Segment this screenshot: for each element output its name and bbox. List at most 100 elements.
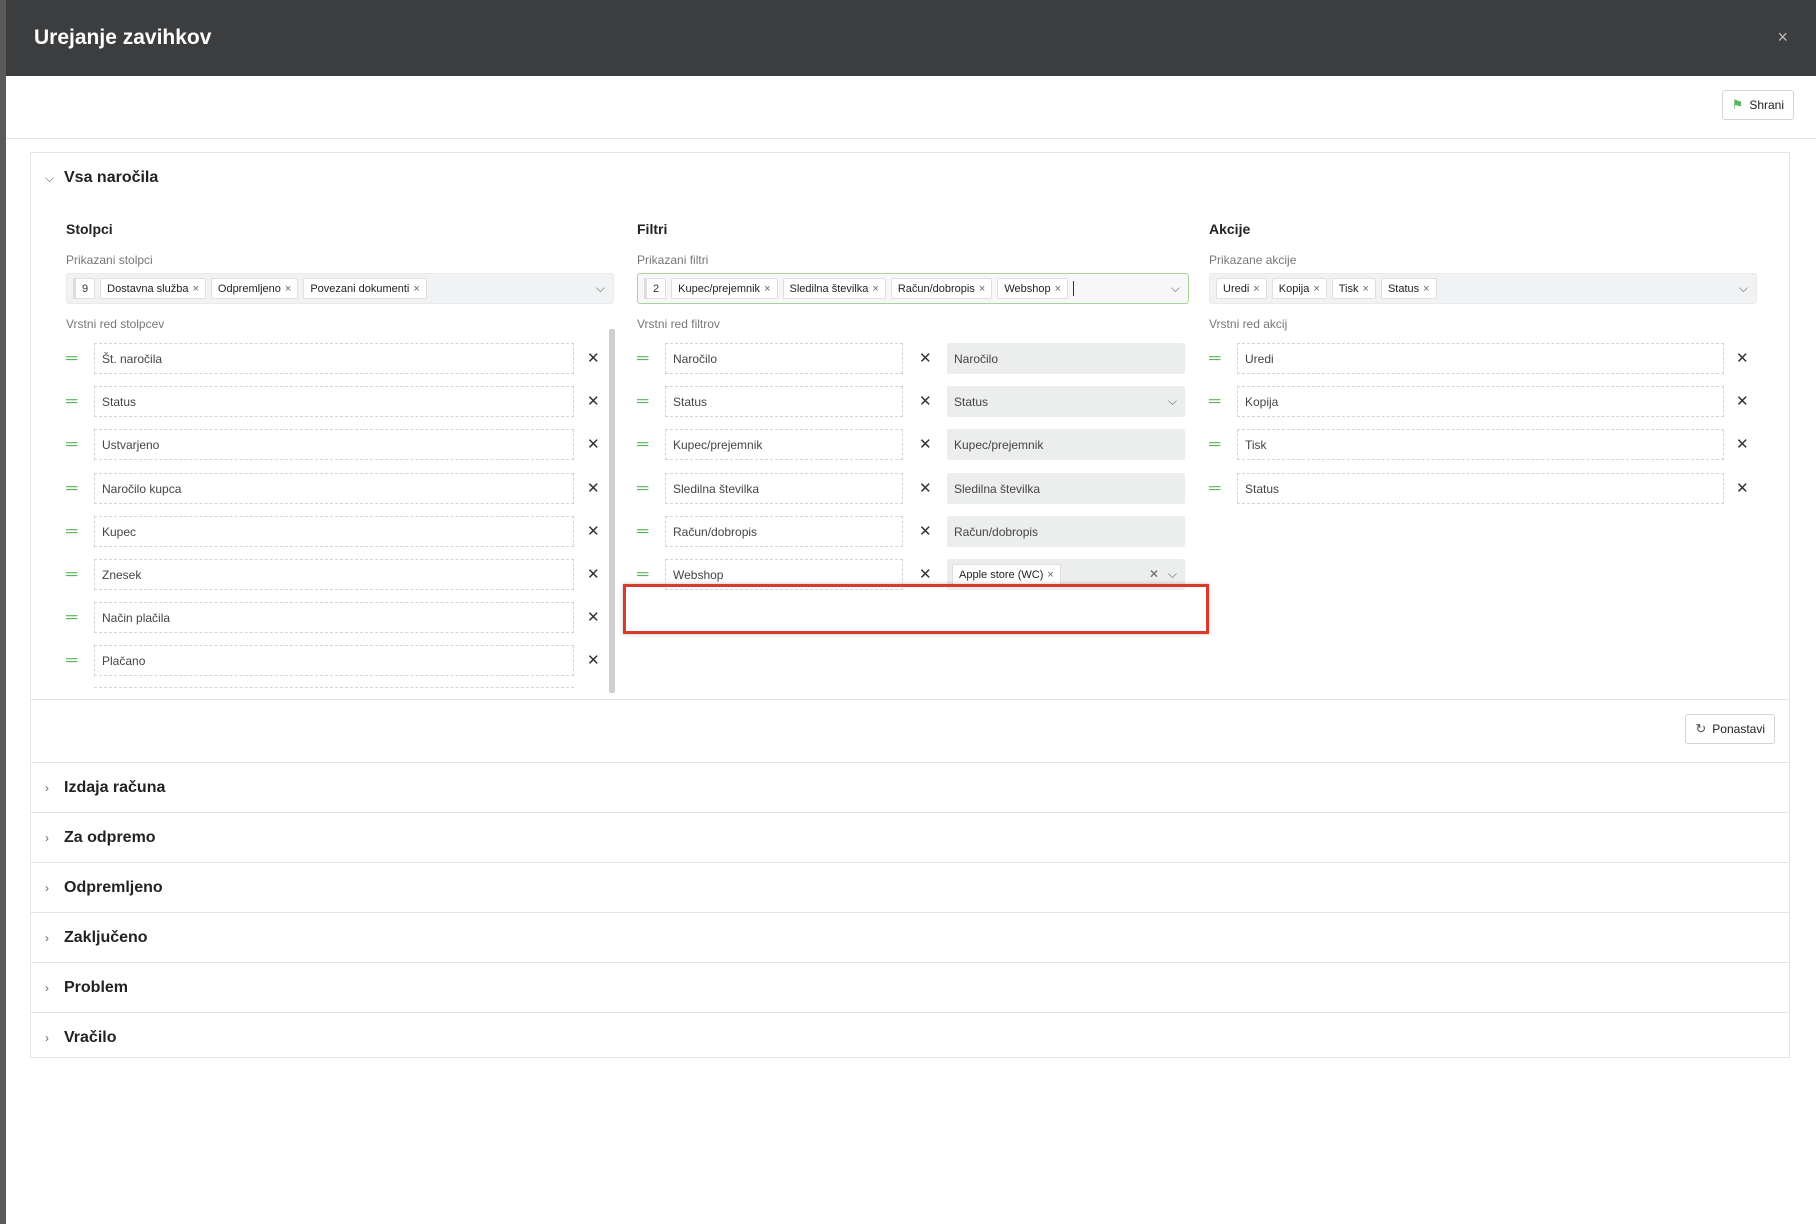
panel-header-problem[interactable]: › Problem — [31, 963, 1789, 1013]
remove-tag-icon[interactable]: × — [872, 283, 878, 295]
text-cursor — [1073, 281, 1075, 296]
remove-icon[interactable]: ✕ — [919, 522, 932, 540]
modal-title: Urejanje zavihkov — [34, 26, 212, 49]
remove-tag-icon[interactable]: × — [1047, 569, 1053, 581]
filter-name-field[interactable]: Naročilo — [665, 343, 903, 374]
drag-handle-icon[interactable]: ═ — [1209, 393, 1220, 411]
action-field[interactable]: Uredi — [1237, 343, 1724, 374]
columns-scrollbar[interactable] — [609, 329, 615, 693]
chevron-right-icon: › — [45, 780, 49, 795]
remove-tag-icon[interactable]: × — [413, 283, 419, 295]
filter-name-field[interactable]: Sledilna številka — [665, 473, 903, 504]
drag-handle-icon[interactable]: ═ — [637, 523, 648, 541]
column-field[interactable]: Ustvarjeno — [94, 429, 574, 460]
remove-icon[interactable]: ✕ — [919, 392, 932, 410]
column-field[interactable]: Znesek — [94, 559, 574, 590]
panel-header-za-odpremo[interactable]: › Za odpremo — [31, 813, 1789, 863]
filter-name-field[interactable]: Račun/dobropis — [665, 516, 903, 547]
panel-header-odpremljeno[interactable]: › Odpremljeno — [31, 863, 1789, 913]
column-field[interactable]: Plačano — [94, 645, 574, 676]
remove-tag-icon[interactable]: × — [979, 283, 985, 295]
remove-tag-icon[interactable]: × — [1363, 283, 1369, 295]
remove-icon[interactable]: ✕ — [587, 565, 600, 583]
column-field[interactable]: Status — [94, 386, 574, 417]
shown-filters-select[interactable]: 2 Kupec/prejemnik × Sledilna številka × Ra… — [637, 273, 1189, 304]
action-field[interactable]: Status — [1237, 473, 1724, 504]
drag-handle-icon[interactable]: ═ — [66, 609, 77, 627]
remove-icon[interactable]: ✕ — [919, 435, 932, 453]
remove-icon[interactable]: ✕ — [1736, 479, 1749, 497]
remove-tag-icon[interactable]: × — [1313, 283, 1319, 295]
drag-handle-icon[interactable]: ═ — [637, 480, 648, 498]
drag-handle-icon[interactable]: ═ — [66, 480, 77, 498]
remove-icon[interactable]: ✕ — [1736, 392, 1749, 410]
drag-handle-icon[interactable]: ═ — [66, 350, 77, 368]
column-tag: Dostavna služba × — [100, 278, 206, 299]
remove-tag-icon[interactable]: × — [764, 283, 770, 295]
filter-value-select[interactable]: Status ⌵ — [947, 386, 1185, 417]
panel-header-vracilo[interactable]: › Vračilo — [31, 1013, 1789, 1063]
column-field[interactable]: Kupec — [94, 516, 574, 547]
drag-handle-icon[interactable]: ═ — [1209, 350, 1220, 368]
action-field[interactable]: Tisk — [1237, 429, 1724, 460]
reset-button[interactable]: ↻ Ponastavi — [1685, 714, 1775, 744]
drag-handle-icon[interactable]: ═ — [66, 393, 77, 411]
column-field[interactable]: Št. naročila — [94, 343, 574, 374]
remove-tag-icon[interactable]: × — [1055, 283, 1061, 295]
drag-handle-icon[interactable]: ═ — [1209, 480, 1220, 498]
shown-columns-select[interactable]: 9 Dostavna služba × Odpremljeno × Povezani… — [66, 273, 614, 304]
drag-handle-icon[interactable]: ═ — [1209, 436, 1220, 454]
column-row: ═ Plačano ✕ — [66, 645, 616, 676]
remove-tag-icon[interactable]: × — [285, 283, 291, 295]
tabs-accordion: ⌵ Vsa naročila Stolpci Prikazani stolpci… — [30, 152, 1790, 1058]
filter-name-field[interactable]: Kupec/prejemnik — [665, 429, 903, 460]
remove-tag-icon[interactable]: × — [192, 283, 198, 295]
panel-header-vsa-narocila[interactable]: ⌵ Vsa naročila — [31, 153, 1789, 203]
action-field[interactable]: Kopija — [1237, 386, 1724, 417]
close-icon[interactable]: × — [1777, 27, 1788, 48]
remove-icon[interactable]: ✕ — [1736, 349, 1749, 367]
remove-icon[interactable]: ✕ — [919, 479, 932, 497]
remove-icon[interactable]: ✕ — [587, 435, 600, 453]
drag-handle-icon[interactable]: ═ — [637, 393, 648, 411]
column-field[interactable]: Način plačila — [94, 602, 574, 633]
save-button[interactable]: ⚑ Shrani — [1721, 90, 1794, 120]
drag-handle-icon[interactable]: ═ — [66, 436, 77, 454]
panel-header-izdaja-racuna[interactable]: › Izdaja računa — [31, 763, 1789, 813]
drag-handle-icon[interactable]: ═ — [637, 350, 648, 368]
filter-value-field[interactable]: Kupec/prejemnik — [947, 429, 1185, 460]
remove-tag-icon[interactable]: × — [1253, 283, 1259, 295]
remove-icon[interactable]: ✕ — [587, 651, 600, 669]
filter-value-field[interactable]: Sledilna številka — [947, 473, 1185, 504]
remove-icon[interactable]: ✕ — [1736, 435, 1749, 453]
remove-icon[interactable]: ✕ — [919, 349, 932, 367]
shown-actions-select[interactable]: Uredi × Kopija × Tisk × Status × ⌵ — [1209, 273, 1757, 304]
chevron-down-icon[interactable]: ⌵ — [596, 281, 605, 296]
chevron-down-icon[interactable]: ⌵ — [1168, 567, 1177, 582]
chevron-down-icon[interactable]: ⌵ — [1171, 281, 1180, 296]
remove-icon[interactable]: ✕ — [587, 479, 600, 497]
filter-value-field[interactable]: Naročilo — [947, 343, 1185, 374]
remove-icon[interactable]: ✕ — [587, 522, 600, 540]
panel-header-zakljuceno[interactable]: › Zaključeno — [31, 913, 1789, 963]
chevron-down-icon[interactable]: ⌵ — [1739, 281, 1748, 296]
remove-icon[interactable]: ✕ — [587, 392, 600, 410]
save-button-label: Shrani — [1749, 98, 1784, 112]
filter-name-field[interactable]: Status — [665, 386, 903, 417]
drag-handle-icon[interactable]: ═ — [637, 436, 648, 454]
remove-tag-icon[interactable]: × — [1423, 283, 1429, 295]
filter-value-field[interactable]: Račun/dobropis — [947, 516, 1185, 547]
drag-handle-icon[interactable]: ═ — [637, 566, 648, 584]
column-row: ═ Znesek ✕ — [66, 559, 616, 590]
remove-icon[interactable]: ✕ — [587, 349, 600, 367]
drag-handle-icon[interactable]: ═ — [66, 523, 77, 541]
remove-icon[interactable]: ✕ — [587, 608, 600, 626]
clear-icon[interactable]: ✕ — [1149, 567, 1159, 581]
drag-handle-icon[interactable]: ═ — [66, 566, 77, 584]
filter-tag: Kupec/prejemnik × — [671, 278, 778, 299]
drag-handle-icon[interactable]: ═ — [66, 652, 77, 670]
remove-icon[interactable]: ✕ — [919, 565, 932, 583]
column-field[interactable]: Naročilo kupca — [94, 473, 574, 504]
reset-area: ↻ Ponastavi — [31, 700, 1789, 763]
chevron-down-icon: ⌵ — [45, 170, 55, 185]
